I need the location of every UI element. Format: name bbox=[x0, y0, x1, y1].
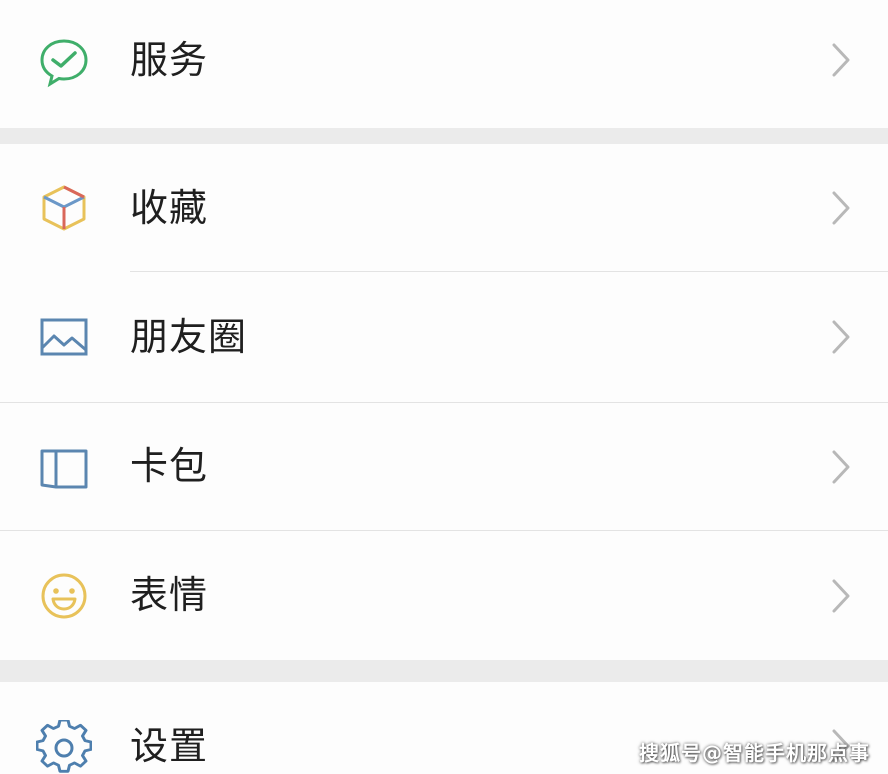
favorites-cube-icon bbox=[36, 180, 92, 236]
menu-item-moments[interactable]: 朋友圈 bbox=[0, 272, 888, 402]
menu-item-card-wallet[interactable]: 卡包 bbox=[0, 403, 888, 530]
menu-item-label: 表情 bbox=[130, 573, 209, 617]
menu-item-label: 朋友圈 bbox=[130, 315, 248, 359]
menu-item-service[interactable]: 服务 bbox=[0, 0, 888, 128]
chevron-right-icon bbox=[830, 449, 852, 485]
menu-item-label: 设置 bbox=[130, 724, 209, 768]
sticker-smiley-icon bbox=[36, 568, 92, 624]
menu-item-label: 服务 bbox=[130, 38, 209, 82]
chevron-right-icon bbox=[830, 42, 852, 78]
watermark: 搜狐号@智能手机那点事 bbox=[639, 741, 870, 765]
card-wallet-icon bbox=[36, 439, 92, 495]
menu-item-favorites[interactable]: 收藏 bbox=[0, 144, 888, 272]
settings-gear-icon bbox=[36, 720, 92, 774]
menu-item-sticker[interactable]: 表情 bbox=[0, 531, 888, 660]
chevron-right-icon bbox=[830, 319, 852, 355]
service-check-bubble-icon bbox=[36, 34, 92, 90]
moments-picture-icon bbox=[36, 310, 92, 366]
chevron-right-icon bbox=[830, 190, 852, 226]
menu-item-label: 收藏 bbox=[130, 186, 209, 230]
chevron-right-icon bbox=[830, 578, 852, 614]
menu-item-label: 卡包 bbox=[130, 444, 209, 488]
me-page-menu: 服务 收藏 朋友圈 卡包 表情 设置 搜狐号@智能手机那点事 bbox=[0, 0, 888, 774]
